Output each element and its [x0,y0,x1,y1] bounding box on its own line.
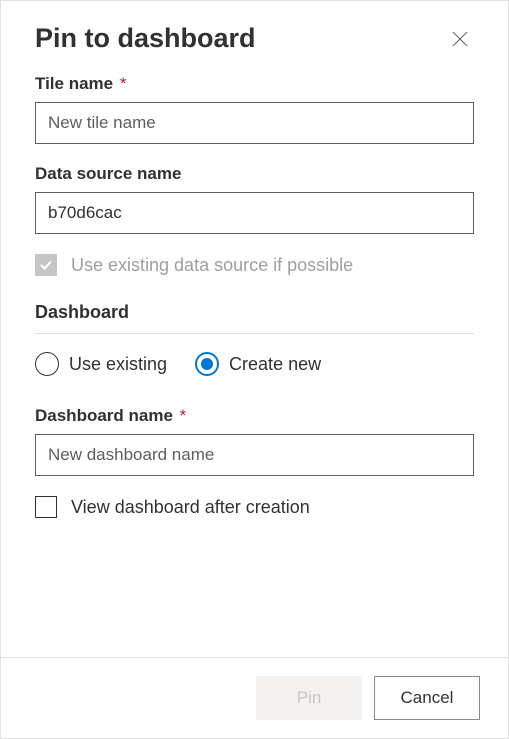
radio-use-existing[interactable]: Use existing [35,352,167,376]
pin-button[interactable]: Pin [256,676,362,720]
divider [35,333,474,334]
data-source-input[interactable] [35,192,474,234]
dashboard-heading: Dashboard [35,302,474,323]
close-button[interactable] [446,25,474,53]
radio-circle-icon [195,352,219,376]
check-icon [39,258,53,272]
view-after-checkbox[interactable] [35,496,57,518]
tile-name-label: Tile name * [35,74,474,94]
use-existing-ds-row: Use existing data source if possible [35,254,474,276]
data-source-label: Data source name [35,164,474,184]
radio-dot-icon [201,358,213,370]
required-asterisk: * [120,74,127,93]
dialog-title: Pin to dashboard [35,23,256,54]
dialog-footer: Pin Cancel [1,657,508,738]
radio-use-existing-label: Use existing [69,354,167,375]
radio-circle-icon [35,352,59,376]
view-after-row: View dashboard after creation [35,496,474,518]
required-asterisk: * [180,406,187,425]
data-source-field: Data source name [35,164,474,234]
radio-create-new[interactable]: Create new [195,352,321,376]
dashboard-name-input[interactable] [35,434,474,476]
use-existing-ds-checkbox [35,254,57,276]
dialog-header: Pin to dashboard [35,23,474,54]
radio-create-new-label: Create new [229,354,321,375]
dashboard-radio-group: Use existing Create new [35,352,474,376]
pin-to-dashboard-dialog: Pin to dashboard Tile name * Data source… [0,0,509,739]
view-after-label: View dashboard after creation [71,497,310,518]
tile-name-input[interactable] [35,102,474,144]
close-icon [452,31,468,47]
use-existing-ds-label: Use existing data source if possible [71,255,353,276]
tile-name-field: Tile name * [35,74,474,144]
cancel-button[interactable]: Cancel [374,676,480,720]
tile-name-label-text: Tile name [35,74,113,93]
dashboard-name-label: Dashboard name * [35,406,474,426]
dashboard-name-field: Dashboard name * [35,406,474,476]
dialog-body: Pin to dashboard Tile name * Data source… [1,1,508,657]
dashboard-name-label-text: Dashboard name [35,406,173,425]
